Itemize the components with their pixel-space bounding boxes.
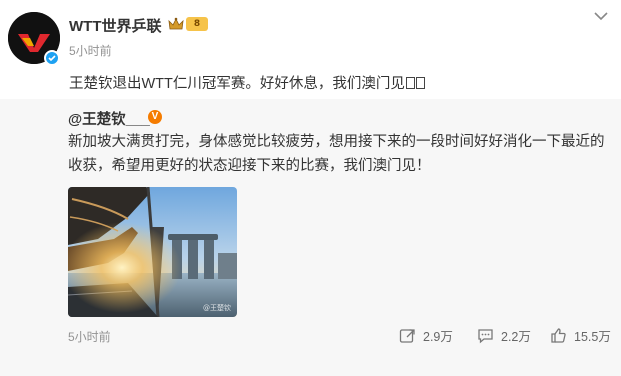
comment-button[interactable]: 2.2万 <box>477 325 531 345</box>
like-count: 15.5万 <box>574 329 611 344</box>
repost-button[interactable]: 2.9万 <box>399 325 453 345</box>
rank-badge: 8 <box>186 17 208 31</box>
post-text-line: 王楚钦退出WTT仁川冠军赛。好好休息，我们澳门见 <box>69 72 425 93</box>
comment-count: 2.2万 <box>501 329 531 344</box>
emoji-placeholder-icon <box>405 77 415 89</box>
repost-author[interactable]: @王楚钦___ <box>68 108 150 129</box>
post-header: WTT世界乒联 8 5小时前 <box>0 0 621 70</box>
repost-image[interactable]: @王楚钦 <box>68 187 237 317</box>
crown-icon <box>168 17 184 30</box>
emoji-placeholder-icon <box>415 77 425 89</box>
verified-icon <box>44 50 60 66</box>
like-button[interactable]: 15.5万 <box>550 325 611 345</box>
repost-icon <box>399 328 415 343</box>
repost-time[interactable]: 5小时前 <box>68 328 111 345</box>
marina-bay-photo <box>68 187 237 317</box>
author-name[interactable]: WTT世界乒联 <box>69 15 161 36</box>
post-text: 王楚钦退出WTT仁川冠军赛。好好休息，我们澳门见 <box>69 76 405 92</box>
repost-card[interactable]: @王楚钦___ V 新加坡大满贯打完，身体感觉比较疲劳，想用接下来的一段时间好好… <box>0 99 621 376</box>
repost-count: 2.9万 <box>423 329 453 344</box>
repost-text: 新加坡大满贯打完，身体感觉比较疲劳，想用接下来的一段时间好好消化一下最近的收获，… <box>68 134 605 174</box>
image-watermark: @王楚钦 <box>203 304 231 312</box>
chevron-down-icon[interactable] <box>592 10 610 22</box>
comment-icon <box>478 328 493 343</box>
like-icon <box>551 327 566 343</box>
post-time[interactable]: 5小时前 <box>69 42 112 59</box>
repost-verified-icon: V <box>148 110 162 124</box>
